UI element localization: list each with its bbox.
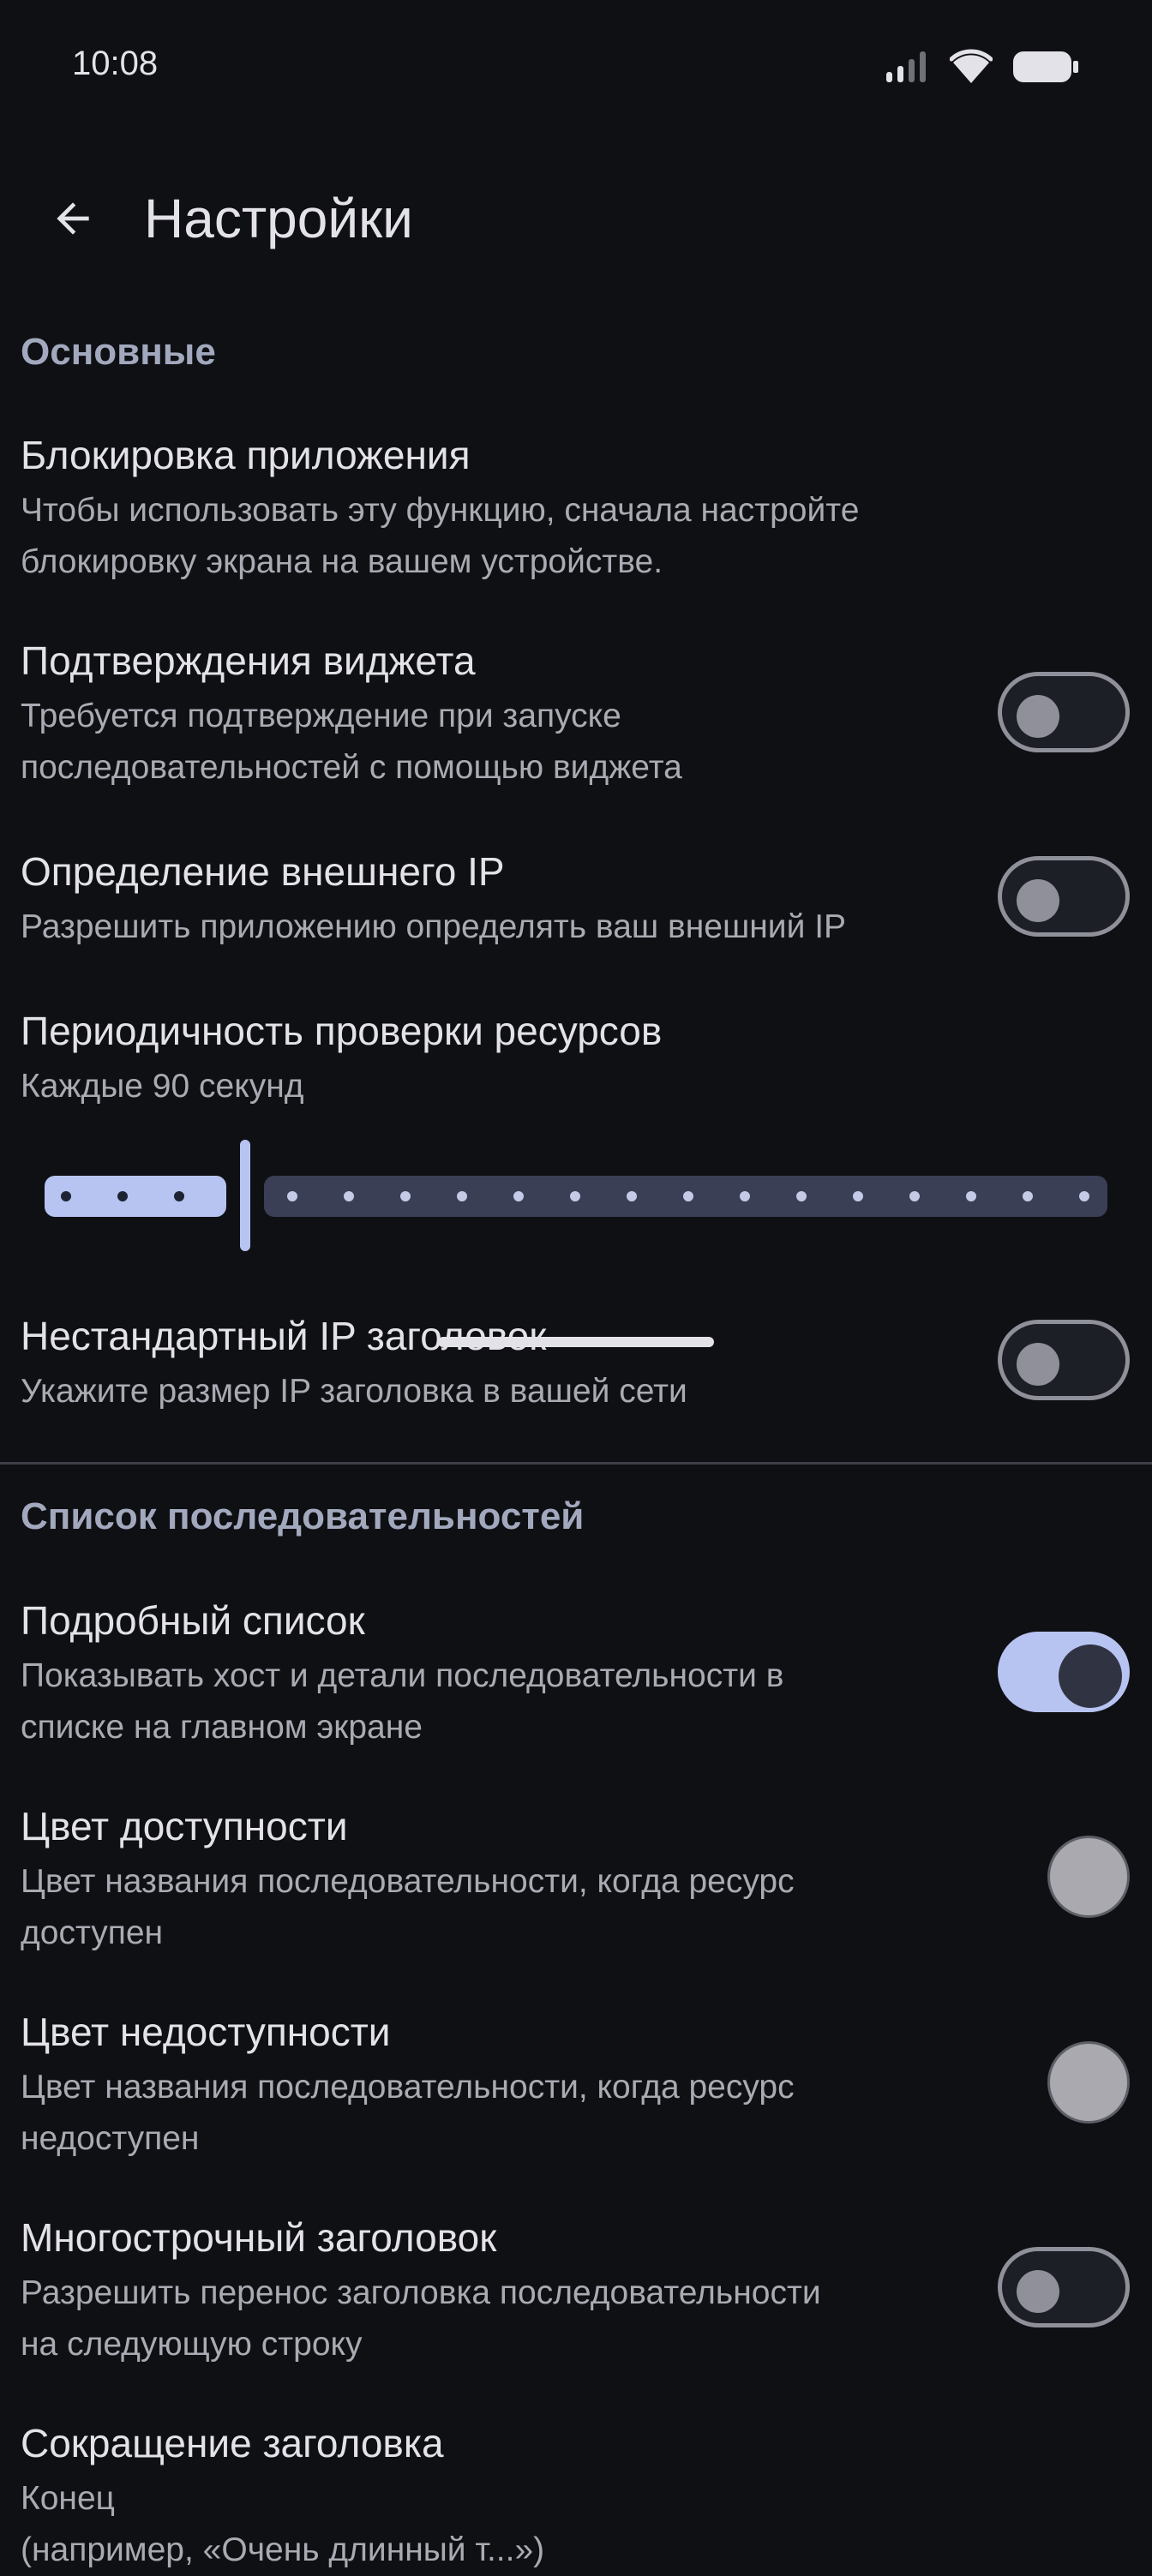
setting-title: Периодичность проверки ресурсов <box>21 1009 663 1053</box>
setting-title: Определение внешнего IP <box>21 849 505 894</box>
detailed-list-switch[interactable] <box>998 1632 1130 1712</box>
external-ip-switch[interactable] <box>998 856 1130 937</box>
setting-subtitle: доступен <box>21 1914 164 1951</box>
slider-step-dot <box>117 1191 128 1201</box>
slider-step-dot <box>1023 1191 1033 1201</box>
setting-subtitle: блокировку экрана на вашем устройстве. <box>21 543 663 580</box>
section-divider <box>0 1462 1152 1465</box>
setting-subtitle: последовательностей с помощью виджета <box>21 749 682 786</box>
multiline-header-switch[interactable] <box>998 2247 1130 2327</box>
setting-subtitle: недоступен <box>21 2120 200 2157</box>
slider-step-dot <box>400 1191 411 1201</box>
gesture-handle[interactable] <box>438 1337 714 1347</box>
slider-step-dot <box>853 1191 863 1201</box>
setting-subtitle: Цвет названия последовательности, когда … <box>21 2069 795 2106</box>
section-header-sequence-list: Список последовательностей <box>21 1495 585 1537</box>
available-color-swatch[interactable] <box>1047 1836 1130 1918</box>
status-bar: 10:08 <box>0 0 1152 129</box>
switch-thumb <box>1017 2270 1059 2313</box>
slider-active-track <box>45 1176 226 1217</box>
unavailable-color-swatch[interactable] <box>1047 2041 1130 2124</box>
slider-step-dot <box>513 1191 524 1201</box>
setting-subtitle: списке на главном экране <box>21 1709 423 1746</box>
setting-subtitle: (например, «Очень длинный т...») <box>21 2531 545 2568</box>
slider-thumb <box>240 1140 250 1251</box>
switch-thumb <box>1017 879 1059 922</box>
slider-step-dot <box>1079 1191 1089 1201</box>
switch-thumb <box>1059 1644 1122 1708</box>
setting-title: Блокировка приложения <box>21 433 471 477</box>
slider-step-dot <box>344 1191 354 1201</box>
battery-icon <box>1013 51 1078 82</box>
status-icons <box>885 48 1080 86</box>
slider-step-dot <box>287 1191 297 1201</box>
slider-step-dot <box>570 1191 580 1201</box>
interval-slider[interactable] <box>45 1131 1107 1251</box>
setting-title: Многострочный заголовок <box>21 2215 497 2260</box>
setting-title: Подтверждения виджета <box>21 638 476 683</box>
setting-subtitle: Цвет названия последовательности, когда … <box>21 1863 795 1900</box>
widget-confirm-switch[interactable] <box>998 672 1130 752</box>
setting-title: Цвет недоступности <box>21 2010 391 2054</box>
setting-subtitle: Укажите размер IP заголовка в вашей сети <box>21 1373 687 1410</box>
setting-subtitle: Конец <box>21 2480 115 2517</box>
slider-step-dot <box>966 1191 976 1201</box>
setting-subtitle: Разрешить приложению определять ваш внеш… <box>21 908 847 945</box>
status-time: 10:08 <box>72 45 159 82</box>
setting-subtitle: Требуется подтверждение при запуске <box>21 698 621 734</box>
slider-step-dot <box>627 1191 637 1201</box>
slider-step-dot <box>457 1191 467 1201</box>
setting-title: Нестандартный IP заголовок <box>21 1314 547 1358</box>
wifi-icon <box>950 49 993 83</box>
arrow-back-icon <box>57 202 89 235</box>
custom-ip-header-switch[interactable] <box>998 1320 1130 1400</box>
slider-step-dot <box>796 1191 807 1201</box>
page-title: Настройки <box>144 188 413 249</box>
setting-subtitle: Показывать хост и детали последовательно… <box>21 1657 784 1694</box>
section-header-main: Основные <box>21 331 216 373</box>
signal-icon <box>886 51 926 82</box>
top-app-bar: Настройки <box>0 163 1152 274</box>
slider-step-dot <box>61 1191 71 1201</box>
switch-thumb <box>1017 695 1059 738</box>
setting-subtitle: на следующую строку <box>21 2326 363 2363</box>
setting-subtitle: Чтобы использовать эту функцию, сначала … <box>21 492 860 529</box>
setting-subtitle: Каждые 90 секунд <box>21 1068 304 1105</box>
slider-step-dot <box>174 1191 184 1201</box>
switch-thumb <box>1017 1343 1059 1386</box>
setting-title: Цвет доступности <box>21 1804 348 1848</box>
back-button[interactable] <box>34 180 111 257</box>
setting-title: Сокращение заголовка <box>21 2421 444 2465</box>
setting-subtitle: Разрешить перенос заголовка последовател… <box>21 2274 821 2311</box>
slider-step-dot <box>740 1191 750 1201</box>
setting-title: Подробный список <box>21 1598 365 1643</box>
slider-step-dot <box>909 1191 920 1201</box>
slider-step-dot <box>683 1191 693 1201</box>
